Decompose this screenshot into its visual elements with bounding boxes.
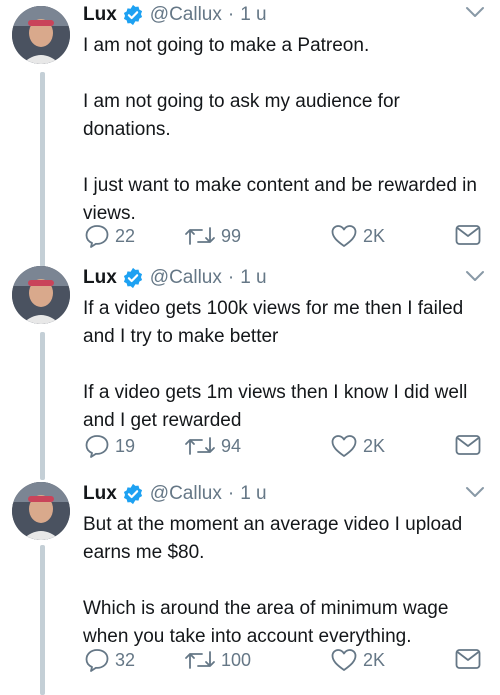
- retweet-icon: [185, 227, 215, 245]
- like-count: 2K: [363, 225, 386, 246]
- tweet-actions: 19 94 2K: [83, 432, 486, 464]
- like-button[interactable]: 2K: [329, 222, 385, 250]
- tweet[interactable]: Lux @Callux · 1 u If a video gets 100k v…: [0, 260, 500, 476]
- tweet-paragraph: I just want to make content and be rewar…: [83, 175, 477, 224]
- verified-badge-icon: [123, 267, 142, 289]
- like-icon: [331, 435, 357, 457]
- timestamp[interactable]: 1 u: [240, 483, 266, 505]
- reply-icon: [85, 649, 109, 672]
- separator-dot: ·: [227, 483, 235, 504]
- direct-message-button[interactable]: [454, 222, 486, 248]
- display-name[interactable]: Lux: [83, 267, 117, 289]
- retweet-button[interactable]: 94: [183, 432, 241, 460]
- tweet-header: Lux @Callux · 1 u: [83, 263, 486, 293]
- direct-message-icon: [455, 435, 481, 455]
- separator-dot: ·: [227, 267, 235, 288]
- tweet-text: I am not going to make a Patreon. I am n…: [83, 32, 486, 228]
- tweet-header: Lux @Callux · 1 u: [83, 479, 486, 509]
- retweet-icon: [185, 651, 215, 669]
- like-icon: [331, 225, 357, 247]
- like-button[interactable]: 2K: [329, 646, 385, 674]
- like-button[interactable]: 2K: [329, 432, 385, 460]
- tweet-text: But at the moment an average video I upl…: [83, 511, 486, 651]
- direct-message-icon: [455, 225, 481, 245]
- like-count: 2K: [363, 649, 386, 670]
- reply-count: 22: [115, 225, 136, 246]
- avatar[interactable]: [12, 6, 70, 64]
- tweet-actions: 32 100 2K: [83, 646, 486, 678]
- timestamp[interactable]: 1 u: [240, 267, 266, 289]
- reply-icon: [85, 435, 109, 458]
- tweet[interactable]: Lux @Callux · 1 u I am not going to make…: [0, 0, 500, 260]
- direct-message-button[interactable]: [454, 432, 486, 458]
- reply-button[interactable]: 19: [83, 432, 135, 460]
- tweet-paragraph: But at the moment an average video I upl…: [83, 514, 463, 563]
- avatar[interactable]: [12, 266, 70, 324]
- retweet-count: 94: [221, 435, 242, 456]
- verified-badge-icon: [123, 4, 142, 26]
- tweet-paragraph: I am not going to make a Patreon.: [83, 35, 370, 56]
- like-icon: [331, 649, 357, 671]
- username-handle[interactable]: @Callux: [150, 267, 222, 289]
- direct-message-button[interactable]: [454, 646, 486, 672]
- reply-count: 32: [115, 649, 136, 670]
- retweet-icon: [185, 437, 215, 455]
- tweet-paragraph: If a video gets 100k views for me then I…: [83, 298, 464, 347]
- display-name[interactable]: Lux: [83, 483, 117, 505]
- reply-count: 19: [115, 435, 136, 456]
- retweet-button[interactable]: 99: [183, 222, 241, 250]
- separator-dot: ·: [227, 4, 235, 25]
- tweet-paragraph: I am not going to ask my audience for do…: [83, 91, 400, 140]
- tweet-actions: 22 99 2K: [83, 222, 486, 254]
- retweet-button[interactable]: 100: [183, 646, 251, 674]
- chevron-down-icon[interactable]: [464, 5, 486, 19]
- tweet-paragraph: If a video gets 1m views then I know I d…: [83, 382, 468, 431]
- username-handle[interactable]: @Callux: [150, 483, 222, 505]
- tweet-header: Lux @Callux · 1 u: [83, 0, 486, 30]
- tweet-text: If a video gets 100k views for me then I…: [83, 295, 486, 435]
- retweet-count: 100: [221, 649, 252, 670]
- timestamp[interactable]: 1 u: [240, 4, 266, 26]
- reply-button[interactable]: 22: [83, 222, 135, 250]
- verified-badge-icon: [123, 483, 142, 505]
- display-name[interactable]: Lux: [83, 4, 117, 26]
- reply-button[interactable]: 32: [83, 646, 135, 674]
- direct-message-icon: [455, 649, 481, 669]
- tweet[interactable]: Lux @Callux · 1 u But at the moment an a…: [0, 476, 500, 695]
- retweet-count: 99: [221, 225, 242, 246]
- chevron-down-icon[interactable]: [464, 485, 486, 499]
- like-count: 2K: [363, 435, 386, 456]
- username-handle[interactable]: @Callux: [150, 4, 222, 26]
- reply-icon: [85, 225, 109, 248]
- tweet-paragraph: Which is around the area of minimum wage…: [83, 598, 449, 647]
- avatar[interactable]: [12, 482, 70, 540]
- chevron-down-icon[interactable]: [464, 269, 486, 283]
